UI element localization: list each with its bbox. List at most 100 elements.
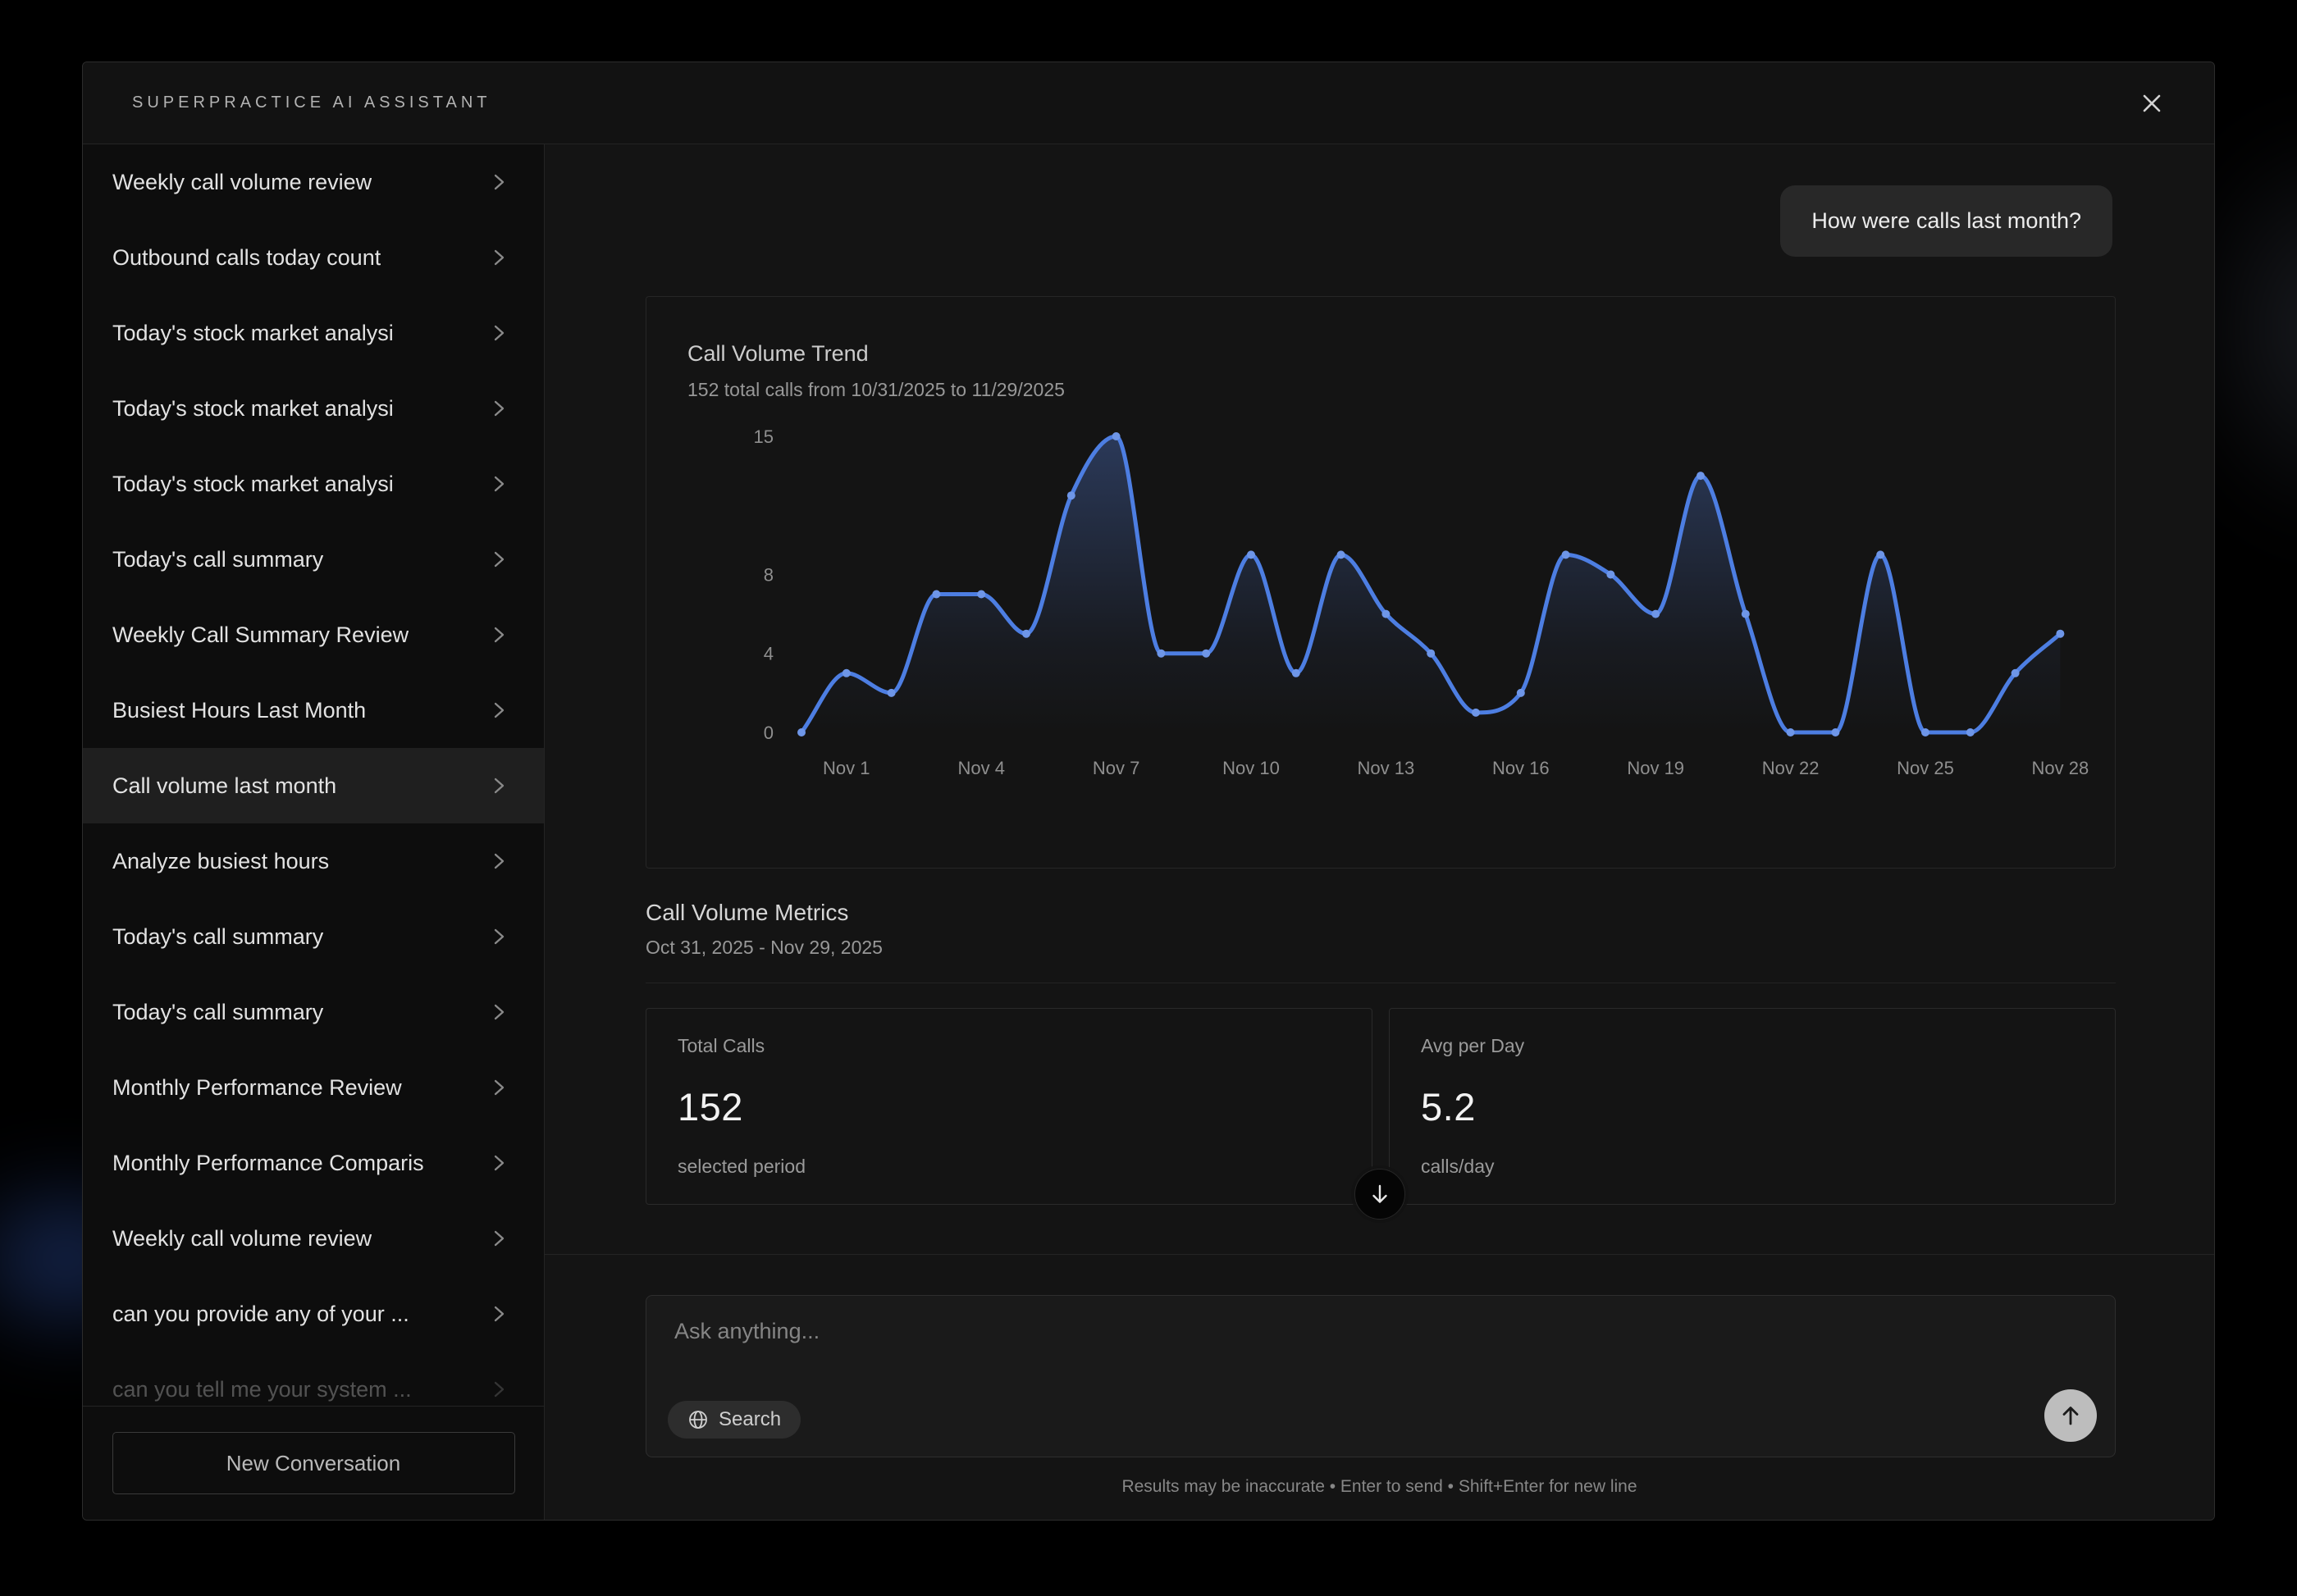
conversation-item[interactable]: Weekly call volume review xyxy=(83,1201,544,1276)
metric-sub: selected period xyxy=(678,1156,1340,1178)
conversation-label: Call volume last month xyxy=(112,773,336,799)
conversation-item[interactable]: can you tell me your system ... xyxy=(83,1352,544,1406)
globe-icon xyxy=(687,1409,709,1430)
metric-card: Total Calls 152 selected period xyxy=(646,1008,1372,1205)
arrow-down-icon xyxy=(1368,1183,1391,1206)
conversation-item[interactable]: can you provide any of your ... xyxy=(83,1276,544,1352)
close-icon xyxy=(2140,92,2163,115)
chevron-right-icon xyxy=(493,774,506,797)
svg-text:Nov 25: Nov 25 xyxy=(1897,758,1954,778)
conversation-item[interactable]: Today's stock market analysi xyxy=(83,371,544,446)
svg-text:Nov 19: Nov 19 xyxy=(1627,758,1684,778)
send-button[interactable] xyxy=(2044,1389,2097,1442)
assistant-window: SUPERPRACTICE AI ASSISTANT Weekly call v… xyxy=(82,62,2215,1521)
sidebar: Weekly call volume review Outbound calls … xyxy=(83,144,545,1520)
scroll-to-bottom-button[interactable] xyxy=(1354,1169,1405,1220)
svg-text:Nov 22: Nov 22 xyxy=(1762,758,1820,778)
metric-label: Total Calls xyxy=(678,1035,1340,1057)
conversation-item[interactable]: Weekly call volume review xyxy=(83,144,544,220)
arrow-up-icon xyxy=(2058,1403,2083,1428)
web-search-toggle[interactable]: Search xyxy=(668,1401,801,1439)
svg-text:0: 0 xyxy=(764,723,774,743)
composer: Search xyxy=(646,1295,2116,1457)
metric-card: Avg per Day 5.2 calls/day xyxy=(1389,1008,2116,1205)
conversation-label: can you tell me your system ... xyxy=(112,1377,412,1402)
user-message-bubble: How were calls last month? xyxy=(1780,185,2112,257)
conversation-label: Today's stock market analysi xyxy=(112,472,394,497)
chevron-right-icon xyxy=(493,623,506,646)
svg-text:15: 15 xyxy=(754,426,774,447)
close-button[interactable] xyxy=(2130,82,2173,125)
svg-text:Nov 28: Nov 28 xyxy=(2032,758,2089,778)
message-input[interactable] xyxy=(646,1296,2115,1394)
chevron-right-icon xyxy=(493,1378,506,1401)
composer-hint: Results may be inaccurate • Enter to sen… xyxy=(545,1477,2214,1497)
conversation-item[interactable]: Monthly Performance Comparis xyxy=(83,1125,544,1201)
svg-text:Nov 10: Nov 10 xyxy=(1222,758,1280,778)
chart-card: Call Volume Trend 152 total calls from 1… xyxy=(646,296,2116,869)
svg-text:Nov 13: Nov 13 xyxy=(1358,758,1415,778)
chevron-right-icon xyxy=(493,699,506,722)
svg-text:Nov 7: Nov 7 xyxy=(1093,758,1139,778)
chat-main: How were calls last month? Call Volume T… xyxy=(545,144,2214,1520)
conversation-label: Monthly Performance Review xyxy=(112,1075,402,1101)
chevron-right-icon xyxy=(493,548,506,571)
chevron-right-icon xyxy=(493,472,506,495)
metrics-date-range: Oct 31, 2025 - Nov 29, 2025 xyxy=(646,937,883,959)
chart-title: Call Volume Trend xyxy=(687,341,869,367)
svg-text:Nov 4: Nov 4 xyxy=(957,758,1004,778)
metric-label: Avg per Day xyxy=(1421,1035,2084,1057)
window-header: SUPERPRACTICE AI ASSISTANT xyxy=(83,62,2214,144)
app-title: SUPERPRACTICE AI ASSISTANT xyxy=(83,93,491,112)
new-conversation-button[interactable]: New Conversation xyxy=(112,1432,515,1494)
conversation-list: Weekly call volume review Outbound calls … xyxy=(83,144,544,1406)
composer-divider xyxy=(545,1254,2214,1255)
svg-text:4: 4 xyxy=(764,644,774,664)
conversation-item[interactable]: Analyze busiest hours xyxy=(83,823,544,899)
sidebar-footer: New Conversation xyxy=(83,1406,544,1520)
chevron-right-icon xyxy=(493,1151,506,1174)
conversation-item[interactable]: Call volume last month xyxy=(83,748,544,823)
chevron-right-icon xyxy=(493,1076,506,1099)
conversation-label: Today's call summary xyxy=(112,1000,323,1025)
conversation-item[interactable]: Today's call summary xyxy=(83,899,544,974)
metric-value: 152 xyxy=(678,1084,1340,1129)
conversation-label: Today's stock market analysi xyxy=(112,321,394,346)
metric-sub: calls/day xyxy=(1421,1156,2084,1178)
chevron-right-icon xyxy=(493,321,506,344)
chevron-right-icon xyxy=(493,850,506,873)
svg-text:Nov 1: Nov 1 xyxy=(823,758,870,778)
conversation-label: Weekly call volume review xyxy=(112,1226,372,1252)
conversation-item[interactable]: Busiest Hours Last Month xyxy=(83,673,544,748)
chevron-right-icon xyxy=(493,171,506,194)
conversation-item[interactable]: Weekly Call Summary Review xyxy=(83,597,544,673)
conversation-item[interactable]: Today's stock market analysi xyxy=(83,446,544,522)
conversation-label: Today's call summary xyxy=(112,924,323,950)
conversation-label: Analyze busiest hours xyxy=(112,849,329,874)
metrics-heading: Call Volume Metrics xyxy=(646,900,848,926)
conversation-label: Weekly Call Summary Review xyxy=(112,622,409,648)
search-label: Search xyxy=(719,1408,781,1431)
chevron-right-icon xyxy=(493,1001,506,1024)
chevron-right-icon xyxy=(493,1302,506,1325)
chevron-right-icon xyxy=(493,397,506,420)
svg-text:Nov 16: Nov 16 xyxy=(1492,758,1550,778)
conversation-item[interactable]: Outbound calls today count xyxy=(83,220,544,295)
window-content: Weekly call volume review Outbound calls … xyxy=(83,144,2214,1520)
conversation-label: Monthly Performance Comparis xyxy=(112,1151,424,1176)
conversation-label: Today's stock market analysi xyxy=(112,396,394,422)
conversation-item[interactable]: Today's call summary xyxy=(83,522,544,597)
conversation-item[interactable]: Today's call summary xyxy=(83,974,544,1050)
call-volume-chart: 0 4 8 15 Nov 1 Nov 4 Nov 7 Nov 10 Nov 13 Nov 16 No… xyxy=(646,395,2117,869)
conversation-label: can you provide any of your ... xyxy=(112,1302,409,1327)
conversation-item[interactable]: Monthly Performance Review xyxy=(83,1050,544,1125)
conversation-label: Today's call summary xyxy=(112,547,323,572)
metric-value: 5.2 xyxy=(1421,1084,2084,1129)
chevron-right-icon xyxy=(493,925,506,948)
svg-text:8: 8 xyxy=(764,565,774,586)
chevron-right-icon xyxy=(493,1227,506,1250)
conversation-item[interactable]: Today's stock market analysi xyxy=(83,295,544,371)
conversation-label: Outbound calls today count xyxy=(112,245,381,271)
chevron-right-icon xyxy=(493,246,506,269)
conversation-label: Weekly call volume review xyxy=(112,170,372,195)
